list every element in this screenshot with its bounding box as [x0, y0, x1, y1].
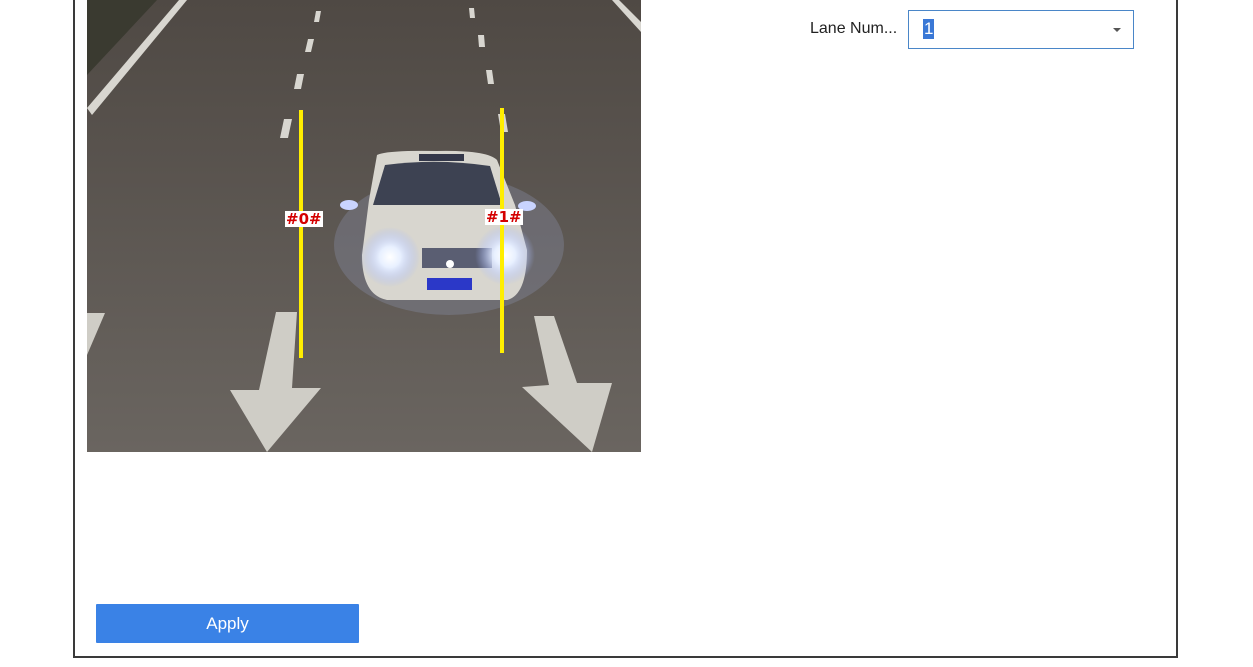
- road-scene: [87, 0, 641, 452]
- headlight-right: [475, 225, 535, 285]
- video-preview[interactable]: #0# #1#: [87, 0, 641, 452]
- lane-line-0-label: #0#: [285, 210, 323, 228]
- lane-number-select[interactable]: 1: [908, 10, 1134, 49]
- apply-button[interactable]: Apply: [96, 604, 359, 643]
- lane-number-value: 1: [923, 19, 935, 39]
- dropdown-caret-icon: [1113, 28, 1121, 32]
- lane-line-1-label: #1#: [485, 208, 523, 226]
- lane-number-label: Lane Num...: [810, 20, 898, 37]
- center-marker: [446, 260, 454, 268]
- headlight-left: [360, 227, 420, 287]
